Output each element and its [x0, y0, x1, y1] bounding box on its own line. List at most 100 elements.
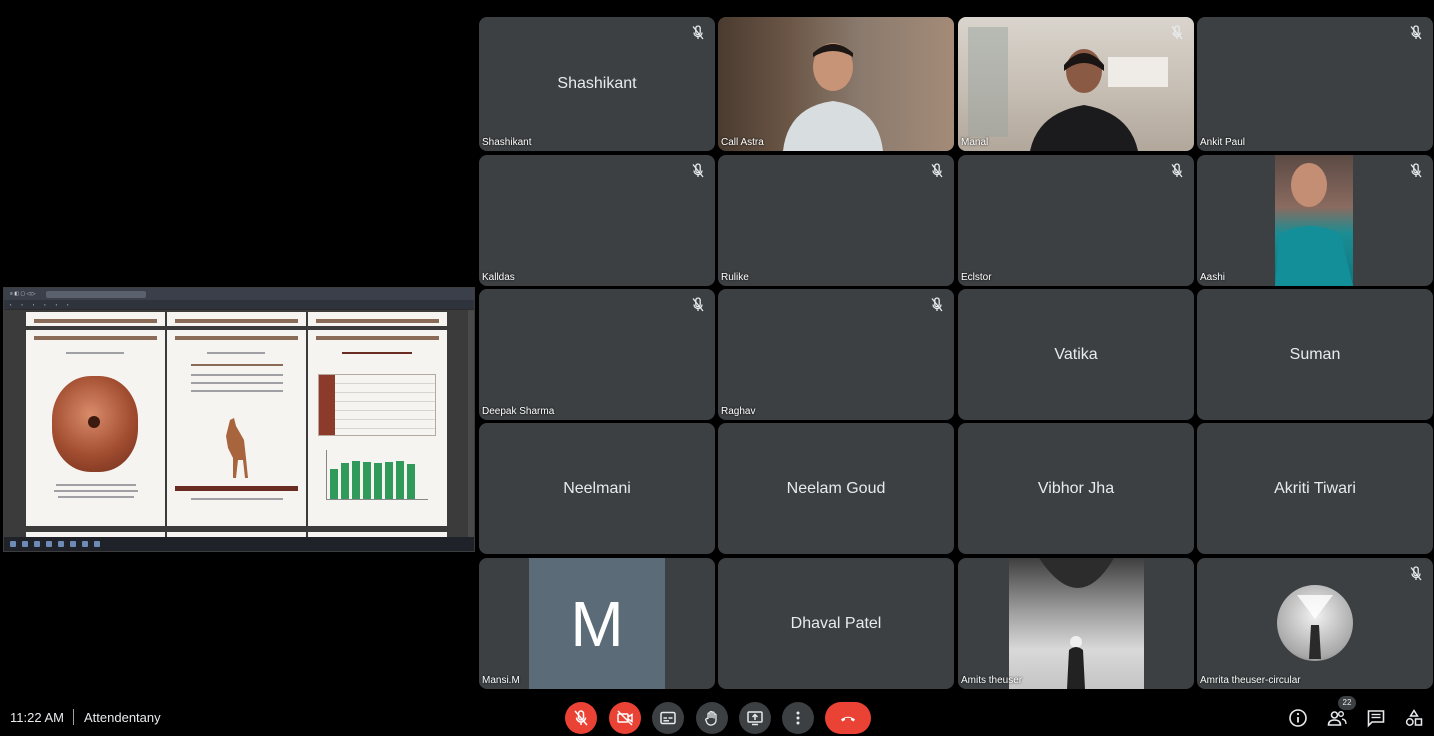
taskbar-icon [82, 541, 88, 547]
participant-tile[interactable]: Suman [1197, 289, 1433, 420]
participant-video-figure [1039, 558, 1114, 689]
leave-call-button[interactable] [825, 702, 871, 734]
toggle-camera-button[interactable] [609, 702, 641, 734]
info-icon[interactable] [1288, 708, 1308, 728]
participant-video-person [1275, 163, 1353, 286]
participant-tile[interactable]: Vatika [958, 289, 1194, 420]
people-icon[interactable] [1327, 708, 1347, 728]
doc-page-partial [167, 312, 306, 326]
participant-name: Kalldas [482, 272, 515, 283]
captions-button[interactable] [652, 702, 684, 734]
participants-count-badge: 22 [1338, 696, 1356, 710]
participant-tile[interactable]: Vibhor Jha [958, 423, 1194, 554]
participant-center-name: Dhaval Patel [790, 614, 882, 632]
participant-name: Manal [961, 137, 989, 148]
taskbar-icon [94, 541, 100, 547]
participant-center-name: Neelam Goud [786, 479, 886, 497]
meet-stage: ≡ ◧ ▢ ◁ ▷ ▪ ▪ ▪ ▪ ▪ ▪ Shashikant Shashik… [0, 0, 1434, 736]
doc-page-partial [308, 312, 447, 326]
chat-icon[interactable] [1366, 708, 1386, 728]
participant-center-name: Shashikant [557, 75, 637, 92]
more-vert-icon [796, 711, 800, 725]
participant-center-name: Neelmani [563, 479, 631, 497]
mic-off-icon [931, 297, 943, 312]
ribbon-tab: ▪ [44, 302, 46, 307]
mic-off-icon [931, 163, 943, 178]
participant-tile[interactable]: Call Astra [718, 17, 954, 151]
participant-center-name: Suman [1289, 345, 1341, 363]
doc-bar-chart [326, 450, 428, 500]
taskbar-icon [34, 541, 40, 547]
participant-tile[interactable]: Aashi [1197, 155, 1433, 286]
participant-avatar: M [529, 558, 665, 689]
participant-tile[interactable]: Amits theuser [958, 558, 1194, 689]
shared-window-titlebar: ≡ ◧ ▢ ◁ ▷ [4, 288, 474, 300]
mic-off-icon [692, 163, 704, 178]
ribbon-tab: ▪ [21, 302, 23, 307]
participant-tile[interactable]: Shashikant Shashikant [479, 17, 715, 151]
participant-tile[interactable]: Rulike [718, 155, 954, 286]
rudraksha-image [52, 376, 138, 472]
mic-off-icon [692, 25, 704, 40]
participant-tile[interactable]: Raghav [718, 289, 954, 420]
presentation-screen-share[interactable]: ≡ ◧ ▢ ◁ ▷ ▪ ▪ ▪ ▪ ▪ ▪ [3, 287, 475, 552]
taskbar-icon [22, 541, 28, 547]
participant-tile[interactable]: Neelmani [479, 423, 715, 554]
participant-avatar-figure [1297, 595, 1333, 659]
meeting-name: Attendentany [84, 710, 161, 725]
taskbar-icon [10, 541, 16, 547]
participant-tile[interactable]: Ankit Paul [1197, 17, 1433, 151]
participant-name: Ankit Paul [1200, 137, 1246, 148]
activities-icon[interactable] [1404, 708, 1424, 728]
participant-name: Deepak Sharma [482, 406, 555, 417]
videocam-off-icon [617, 710, 633, 726]
present-screen-button[interactable] [739, 702, 771, 734]
shared-window-ribbon: ▪ ▪ ▪ ▪ ▪ ▪ [4, 300, 474, 309]
participant-name: Amrita theuser-circular [1200, 675, 1301, 686]
participant-name: Rulike [721, 272, 749, 283]
participant-tile[interactable]: Deepak Sharma [479, 289, 715, 420]
participant-video [1275, 155, 1353, 286]
participant-tile[interactable]: Akriti Tiwari [1197, 423, 1433, 554]
doc-page-horse [167, 330, 306, 526]
participant-tile[interactable]: Neelam Goud [718, 423, 954, 554]
clock-separator [73, 709, 74, 725]
mic-off-icon [1171, 163, 1183, 178]
raise-hand-button[interactable] [696, 702, 728, 734]
participant-tile[interactable]: Amrita theuser-circular [1197, 558, 1433, 689]
participant-name: Aashi [1200, 272, 1226, 283]
participant-name: Amits theuser [961, 675, 1023, 686]
participant-tile[interactable]: Eclstor [958, 155, 1194, 286]
participant-avatar [1277, 585, 1353, 661]
toggle-mic-button[interactable] [565, 702, 597, 734]
participant-name: Call Astra [721, 137, 764, 148]
participant-tile[interactable]: M Mansi.M [479, 558, 715, 689]
doc-page-rudraksha [26, 330, 165, 526]
mic-off-icon [1410, 25, 1422, 40]
mic-off-icon [1171, 25, 1183, 40]
more-options-button[interactable] [782, 702, 814, 734]
participant-tile[interactable]: Dhaval Patel [718, 558, 954, 689]
participant-tile[interactable]: Manal [958, 17, 1194, 151]
participant-video [958, 17, 1194, 151]
meeting-clock: 11:22 AM [10, 710, 64, 725]
doc-page-partial [26, 312, 165, 326]
shared-window-search [45, 290, 146, 298]
horse-image [226, 418, 248, 478]
shared-document-area [4, 310, 468, 551]
present-screen-icon [747, 711, 763, 726]
taskbar-icon [58, 541, 64, 547]
call-end-icon [841, 716, 855, 722]
doc-mini-table [318, 374, 436, 436]
meeting-control-bar: 11:22 AM Attendentany 22 [0, 696, 1434, 736]
shared-window-title-text: ≡ ◧ ▢ ◁ ▷ [10, 291, 36, 297]
participant-video [718, 17, 954, 151]
participant-name: Eclstor [961, 272, 992, 283]
mic-off-icon [1410, 566, 1422, 581]
mic-off-icon [692, 297, 704, 312]
mic-off-icon [574, 710, 588, 726]
ribbon-tab: ▪ [55, 302, 58, 307]
raise-hand-icon [705, 710, 717, 726]
participant-tile[interactable]: Kalldas [479, 155, 715, 286]
shared-scrollbar [468, 310, 474, 537]
